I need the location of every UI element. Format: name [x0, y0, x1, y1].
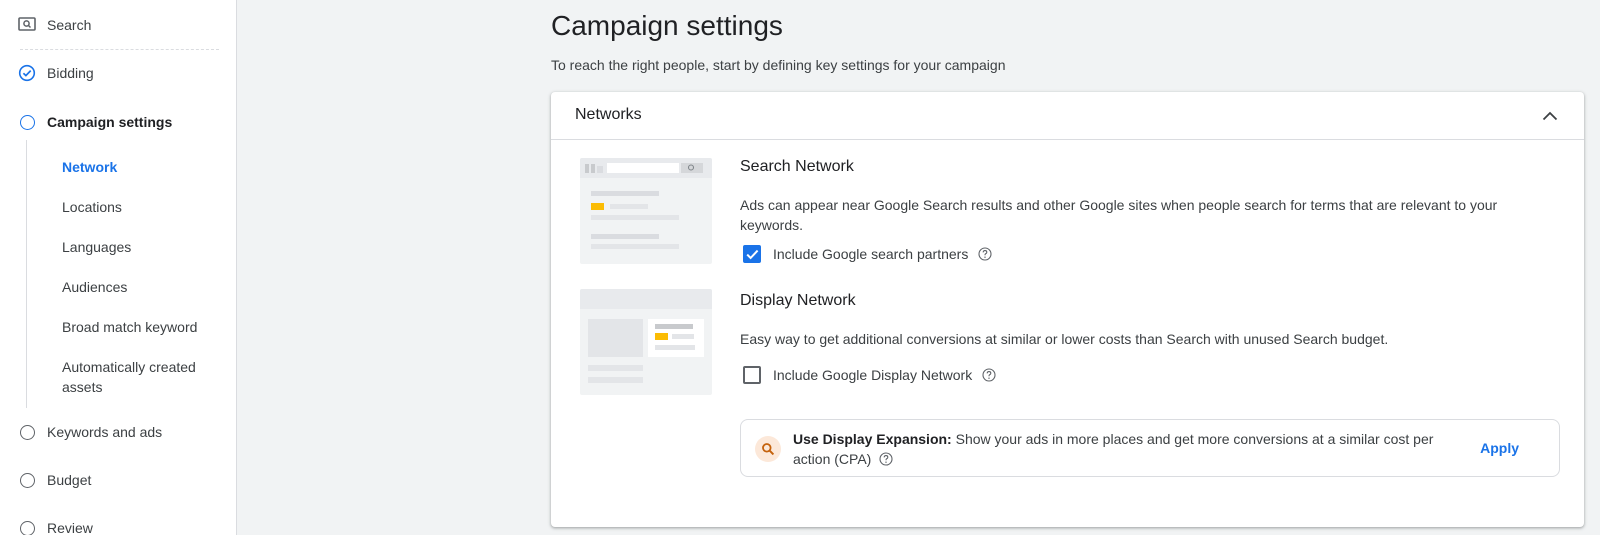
check-circle-icon	[18, 64, 36, 82]
checkbox-label: Include Google Display Network	[773, 367, 973, 383]
promo-heading: Use Display Expansion:	[793, 431, 952, 447]
substeps-line	[26, 140, 27, 408]
sidebar-sub-audiences[interactable]: Audiences	[62, 277, 222, 297]
checkbox-label: Include Google search partners	[773, 246, 969, 262]
circle-outline-icon	[18, 113, 36, 131]
display-network-title: Display Network	[740, 292, 856, 309]
search-network-description: Ads can appear near Google Search result…	[740, 197, 1498, 233]
networks-card-header[interactable]: Networks	[551, 92, 1584, 140]
page-title: Campaign settings	[551, 10, 783, 41]
sidebar-sub-languages[interactable]: Languages	[62, 237, 222, 257]
help-icon[interactable]	[978, 247, 992, 261]
check-icon	[745, 249, 758, 259]
sidebar-sub-locations[interactable]: Locations	[62, 197, 222, 217]
circle-outline-icon	[18, 519, 36, 535]
sidebar-step-label: Keywords and ads	[47, 424, 163, 440]
sidebar-step-keywords-ads[interactable]: Keywords and ads	[0, 420, 230, 444]
sidebar-sub-broad-match[interactable]: Broad match keyword	[62, 317, 222, 337]
search-network-title: Search Network	[740, 158, 854, 175]
search-partners-checkbox[interactable]: Include Google search partners	[740, 242, 992, 266]
checkbox-checked[interactable]	[743, 245, 761, 263]
circle-outline-icon	[18, 471, 36, 489]
page-subtitle: To reach the right people, start by defi…	[551, 57, 1006, 73]
sidebar-step-label: Search	[47, 17, 92, 33]
sidebar-step-bidding[interactable]: Bidding	[0, 61, 230, 85]
display-network-checkbox[interactable]: Include Google Display Network	[740, 363, 996, 387]
circle-outline-icon	[18, 423, 36, 441]
networks-card: Networks Search Network Ads can appear n…	[551, 92, 1584, 527]
display-expansion-banner: Use Display Expansion: Show your ads in …	[740, 419, 1560, 477]
sidebar-step-search[interactable]: Search	[0, 13, 230, 37]
chevron-up-icon[interactable]	[1542, 108, 1558, 124]
sidebar-sub-auto-assets[interactable]: Automatically created assets	[62, 357, 212, 397]
search-network-illustration	[580, 158, 712, 264]
card-title: Networks	[575, 106, 642, 123]
sidebar-divider	[20, 49, 219, 50]
magnifier-icon	[755, 436, 781, 462]
sidebar-step-review[interactable]: Review	[0, 516, 230, 535]
sidebar: Search Bidding Campaign settings Network…	[0, 0, 237, 535]
display-network-description: Easy way to get additional conversions a…	[740, 331, 1389, 347]
sidebar-step-label: Budget	[47, 472, 92, 488]
sidebar-sub-network[interactable]: Network	[62, 157, 222, 177]
search-campaign-icon	[18, 16, 36, 34]
help-icon[interactable]	[879, 452, 893, 466]
checkbox-unchecked[interactable]	[743, 366, 761, 384]
display-network-illustration	[580, 289, 712, 395]
display-expansion-text: Use Display Expansion: Show your ads in …	[793, 429, 1453, 469]
apply-button[interactable]: Apply	[1480, 440, 1519, 456]
sidebar-step-budget[interactable]: Budget	[0, 468, 230, 492]
sidebar-step-label: Bidding	[47, 65, 94, 81]
sidebar-step-label: Review	[47, 520, 93, 535]
help-icon[interactable]	[982, 368, 996, 382]
sidebar-step-label: Campaign settings	[47, 114, 173, 130]
sidebar-step-campaign-settings[interactable]: Campaign settings	[0, 110, 230, 134]
